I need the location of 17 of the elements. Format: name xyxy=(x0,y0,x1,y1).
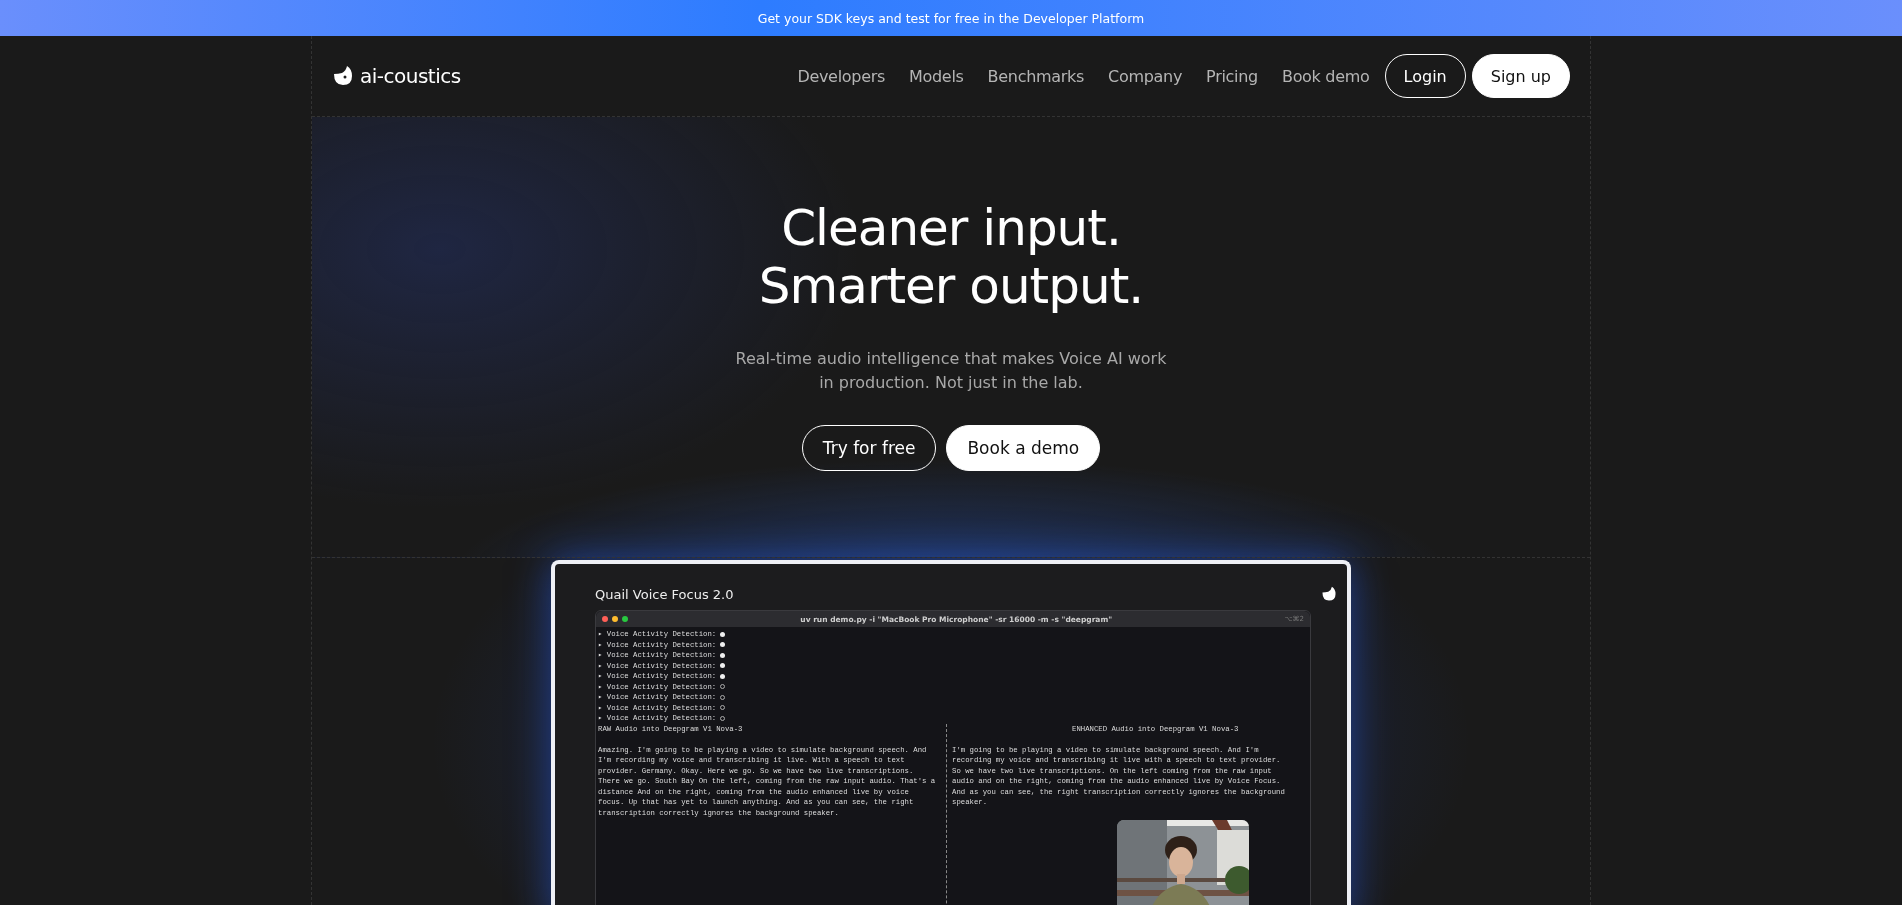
announcement-banner[interactable]: Get your SDK keys and test for free in the Developer Platform xyxy=(0,0,1902,36)
nav-link[interactable]: Pricing xyxy=(1197,66,1267,86)
signup-button[interactable]: Sign up xyxy=(1471,54,1570,98)
hero-subtitle: Real-time audio intelligence that makes Voice AI work in production. Not just in the lab. xyxy=(734,348,1168,394)
nav-link[interactable]: Book demo xyxy=(1272,66,1379,86)
demo-title: Quail Voice Focus 2.0 xyxy=(595,586,734,602)
demo-video-frame[interactable] xyxy=(551,560,1351,905)
nav-link[interactable]: Benchmarks xyxy=(978,66,1094,86)
nav-link[interactable]: Developers xyxy=(788,66,894,86)
logo-icon[interactable] xyxy=(332,65,354,87)
nav-link[interactable]: Company xyxy=(1099,66,1192,86)
window-controls-icon[interactable] xyxy=(602,616,628,622)
brand-name[interactable]: ai-coustics xyxy=(360,64,461,88)
logo-icon xyxy=(1321,586,1337,602)
nav-link[interactable]: Models xyxy=(900,66,973,86)
book-demo-button[interactable]: Book a demo xyxy=(946,425,1101,471)
hero-title: Cleaner input. Smarter output. xyxy=(758,199,1144,315)
